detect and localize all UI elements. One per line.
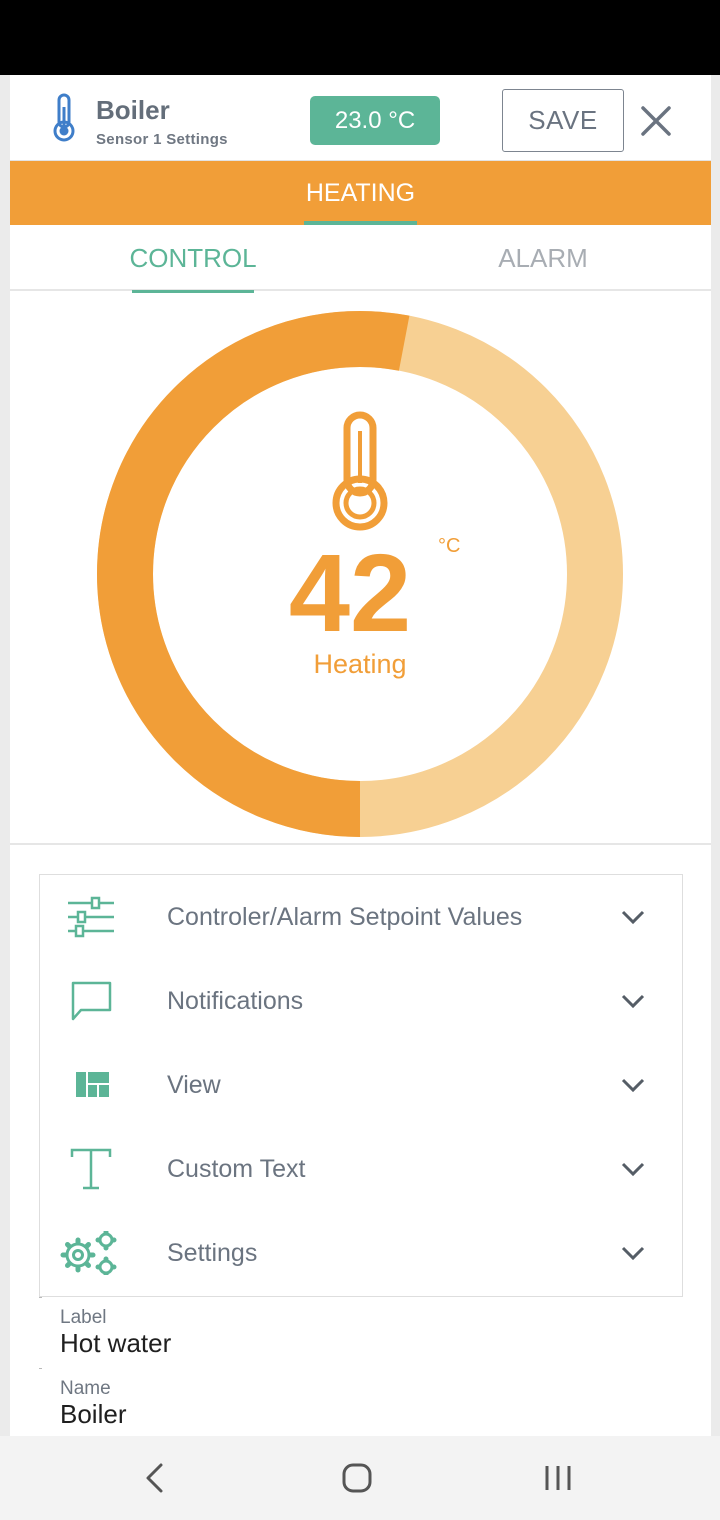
accordion-settings-label: Settings — [167, 1238, 258, 1267]
accordion-setpoints[interactable]: Controler/Alarm Setpoint Values — [40, 875, 682, 959]
tab-heating[interactable]: HEATING — [304, 161, 417, 225]
gears-icon — [60, 1231, 117, 1275]
page-subtitle: Sensor 1 Settings — [96, 131, 228, 148]
save-button[interactable]: SAVE — [502, 89, 624, 152]
accordion-view[interactable]: View — [40, 1043, 682, 1127]
close-icon[interactable] — [636, 101, 676, 141]
system-nav-bar — [0, 1436, 720, 1520]
sliders-icon — [68, 896, 114, 938]
tab-control[interactable]: CONTROL — [129, 225, 257, 293]
accordion-notifications-label: Notifications — [167, 986, 304, 1015]
thermometer-icon — [53, 93, 75, 142]
accordion-settings[interactable]: Settings — [40, 1211, 682, 1295]
chevron-down-icon — [621, 910, 645, 925]
page-title: Boiler — [96, 95, 170, 125]
gauge-thermometer-icon — [332, 411, 388, 531]
label-field[interactable]: Hot water — [60, 1328, 171, 1359]
gauge-status: Heating — [313, 649, 407, 679]
gauge-value: 42 — [288, 532, 412, 655]
settings-panel: Boiler Sensor 1 Settings 23.0 °C SAVE HE… — [10, 75, 711, 1436]
accordion-custom-text[interactable]: Custom Text — [40, 1127, 682, 1211]
tab-alarm[interactable]: ALARM — [488, 225, 598, 291]
layout-grid-icon — [76, 1072, 109, 1097]
accordion-custom-text-label: Custom Text — [167, 1154, 306, 1183]
tab-control-label: CONTROL — [129, 242, 257, 273]
chevron-down-icon — [621, 1078, 645, 1093]
label-field-caption: Label — [60, 1307, 107, 1328]
gauge-area: 42 °C Heating — [10, 291, 711, 845]
chevron-down-icon — [621, 1162, 645, 1177]
divider-tick — [39, 1368, 42, 1369]
current-temp-badge: 23.0 °C — [310, 96, 440, 145]
accordion-notifications[interactable]: Notifications — [40, 959, 682, 1043]
accordion-view-label: View — [167, 1070, 221, 1099]
recents-icon[interactable] — [538, 1458, 578, 1498]
chevron-down-icon — [621, 994, 645, 1009]
sub-tab-bar: CONTROL ALARM — [10, 225, 711, 293]
header: Boiler Sensor 1 Settings 23.0 °C SAVE — [10, 75, 711, 161]
back-icon[interactable] — [136, 1458, 176, 1498]
tab-alarm-label: ALARM — [498, 242, 588, 273]
status-bar — [0, 0, 720, 75]
name-field[interactable]: Boiler — [60, 1399, 126, 1430]
mode-tab-bar: HEATING — [10, 161, 711, 225]
name-field-caption: Name — [60, 1378, 111, 1399]
chevron-down-icon — [621, 1246, 645, 1261]
tab-heating-label: HEATING — [305, 178, 416, 207]
accordion-setpoints-label: Controler/Alarm Setpoint Values — [167, 902, 523, 931]
gauge-unit: °C — [438, 535, 461, 557]
text-icon — [70, 1148, 112, 1190]
settings-accordion: Controler/Alarm Setpoint Values Notifica… — [39, 874, 683, 1297]
divider-tick — [39, 1297, 42, 1298]
chat-bubble-icon — [71, 981, 112, 1021]
home-icon[interactable] — [337, 1458, 377, 1498]
